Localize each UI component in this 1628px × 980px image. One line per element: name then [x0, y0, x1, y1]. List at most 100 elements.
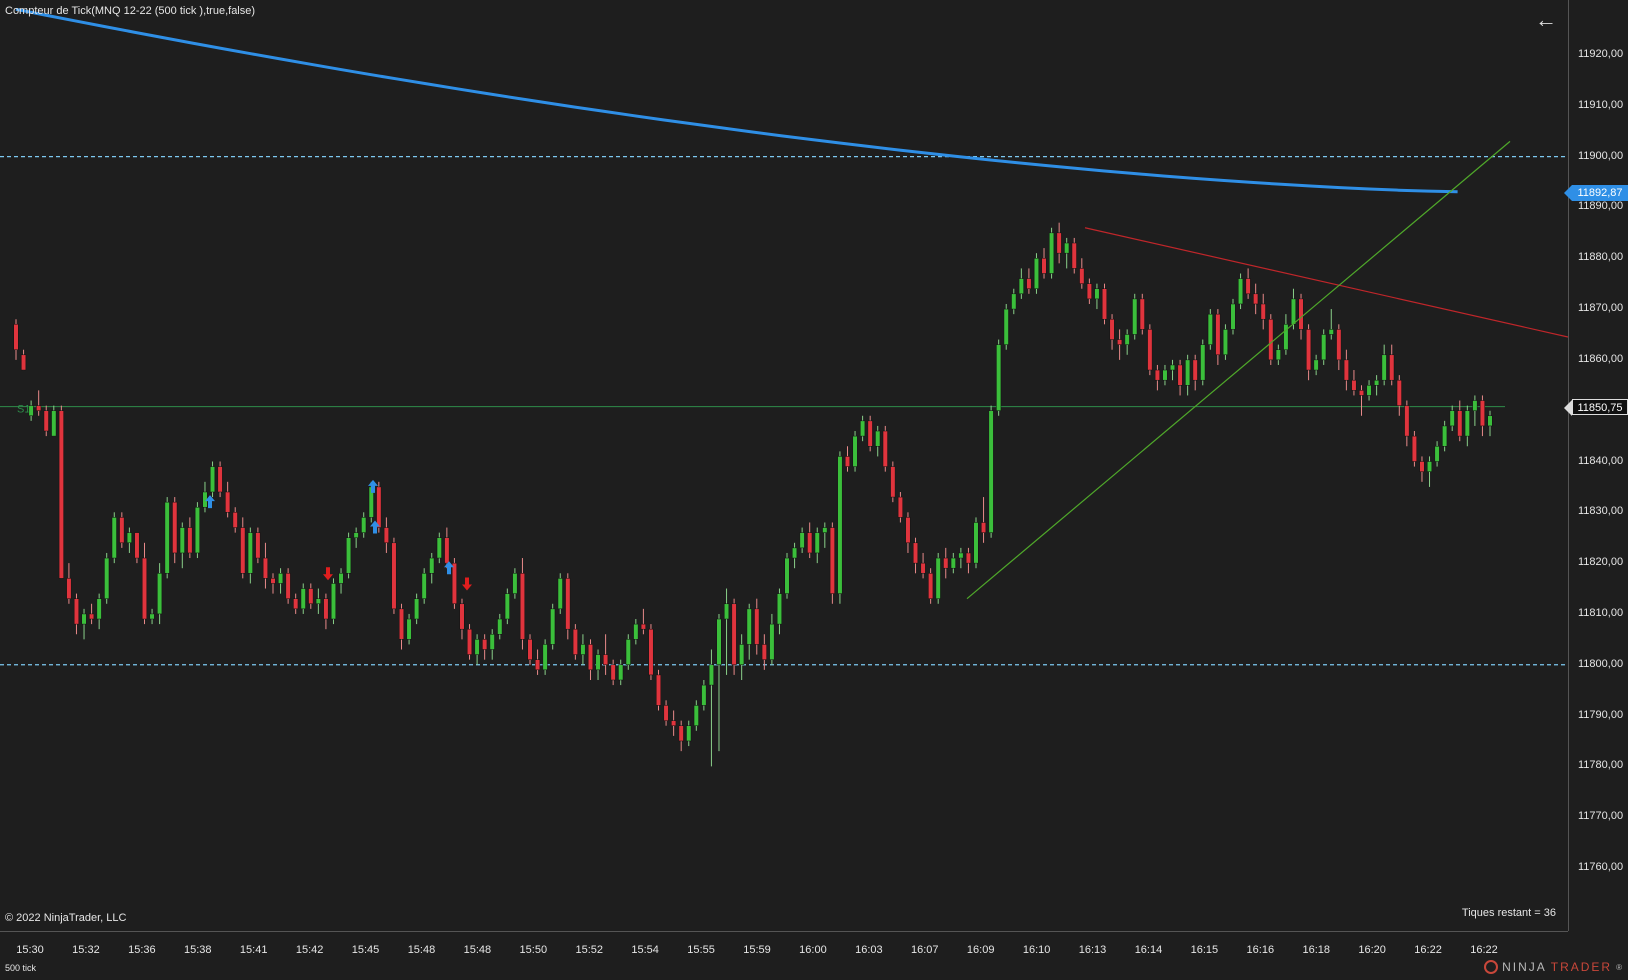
candle-body	[179, 527, 185, 554]
candle-body	[89, 613, 95, 620]
candle-body	[618, 664, 624, 681]
candle-body	[988, 410, 994, 533]
candle-body	[739, 644, 745, 665]
candle-body	[1147, 329, 1153, 371]
candle-body	[572, 628, 578, 655]
time-tick-label: 15:42	[295, 944, 324, 956]
candle-body	[1124, 334, 1130, 345]
price-tick-label: 11840,00	[1578, 454, 1624, 467]
candle-body	[1200, 344, 1206, 381]
candle-body	[867, 420, 873, 447]
arrow-left-icon[interactable]: ←	[1533, 8, 1559, 32]
price-tick-label: 11910,00	[1578, 98, 1624, 111]
candle-body	[1056, 232, 1062, 254]
candle-body	[240, 527, 246, 574]
indicator-title: Compteur de Tick(MNQ 12-22 (500 tick ),t…	[5, 5, 256, 17]
time-tick-label: 16:22	[1470, 944, 1498, 956]
candle-body	[126, 532, 132, 544]
candle-body	[1170, 364, 1176, 371]
time-tick-label: 15:48	[463, 944, 492, 956]
candle-body	[1411, 435, 1417, 462]
time-axis[interactable]	[0, 931, 1568, 980]
candle-body	[1071, 242, 1077, 269]
candle-body	[595, 654, 601, 671]
candle-body	[13, 324, 19, 350]
time-tick-label: 15:38	[184, 944, 212, 956]
candle-body	[769, 623, 775, 660]
candle-body	[497, 618, 503, 635]
candle-body	[1222, 329, 1228, 356]
candle-body	[701, 684, 707, 706]
candle-body	[398, 608, 405, 640]
candle-body	[935, 557, 941, 599]
time-tick-label: 16:09	[966, 944, 995, 956]
time-tick-label: 15:45	[351, 944, 380, 956]
price-tick-label: 11810,00	[1578, 606, 1624, 619]
candle-body	[1064, 242, 1070, 254]
candle-body	[965, 552, 971, 564]
time-tick-label: 15:50	[519, 944, 548, 956]
candle-body	[58, 410, 64, 579]
candle-body	[890, 466, 896, 498]
candle-body	[905, 517, 911, 544]
candle-body	[315, 598, 321, 605]
candle-body	[1101, 288, 1108, 320]
price-chart[interactable]: S1	[0, 0, 1568, 931]
candle-body	[1177, 364, 1183, 386]
candle-body	[822, 527, 828, 533]
candle-body	[172, 501, 178, 554]
sell-signal-arrow-icon	[462, 577, 472, 591]
candle-body	[648, 628, 654, 676]
candle-body	[1132, 298, 1138, 335]
candle-body	[663, 705, 669, 721]
candle-body	[837, 456, 843, 594]
candle-body	[1026, 278, 1032, 289]
candle-body	[1313, 359, 1319, 371]
candle-body	[920, 562, 926, 574]
time-tick-label: 15:52	[575, 944, 603, 956]
candle-body	[973, 522, 979, 564]
price-tick-label: 11820,00	[1578, 556, 1624, 569]
ticks-remaining: Tiques restant = 36	[1461, 907, 1556, 919]
candle-body	[1328, 329, 1334, 335]
candle-body	[157, 573, 163, 615]
candle-body	[111, 517, 117, 559]
time-tick-label: 16:22	[1414, 944, 1442, 956]
candle-body	[1117, 339, 1123, 345]
candle-body	[338, 573, 344, 584]
candle-body	[1253, 293, 1259, 305]
sell-signal-arrow-icon	[323, 567, 333, 581]
candle-body	[844, 456, 851, 467]
candle-body	[406, 618, 412, 640]
candle-body	[1192, 359, 1198, 381]
candle-body	[1268, 318, 1274, 361]
candle-body	[1018, 278, 1024, 295]
candle-body	[996, 344, 1002, 411]
candle-body	[141, 557, 148, 620]
candle-body	[96, 598, 102, 620]
candle-body	[285, 573, 291, 599]
chart-panel[interactable]: S1	[0, 0, 1568, 931]
candle-body	[1290, 298, 1296, 325]
ninjatrader-logo-icon	[1484, 960, 1499, 974]
candle-body	[875, 430, 881, 447]
candle-body	[1434, 446, 1440, 462]
candle-body	[640, 623, 646, 630]
candle-body	[270, 578, 276, 584]
candle-body	[1389, 354, 1395, 381]
candle-body	[784, 557, 790, 594]
candle-body	[1079, 268, 1085, 284]
candle-body	[1487, 415, 1493, 427]
candle-body	[928, 573, 934, 599]
candle-body	[330, 583, 336, 620]
candle-body	[754, 608, 760, 645]
candle-body	[610, 664, 616, 681]
candle-body	[897, 496, 903, 518]
candle-body	[459, 603, 465, 630]
candle-body	[421, 573, 427, 599]
price-tick-label: 11880,00	[1578, 251, 1624, 264]
candle-body	[51, 410, 57, 437]
candle-body	[1094, 288, 1100, 300]
candle-body	[1245, 278, 1251, 295]
candle-body	[603, 654, 609, 666]
